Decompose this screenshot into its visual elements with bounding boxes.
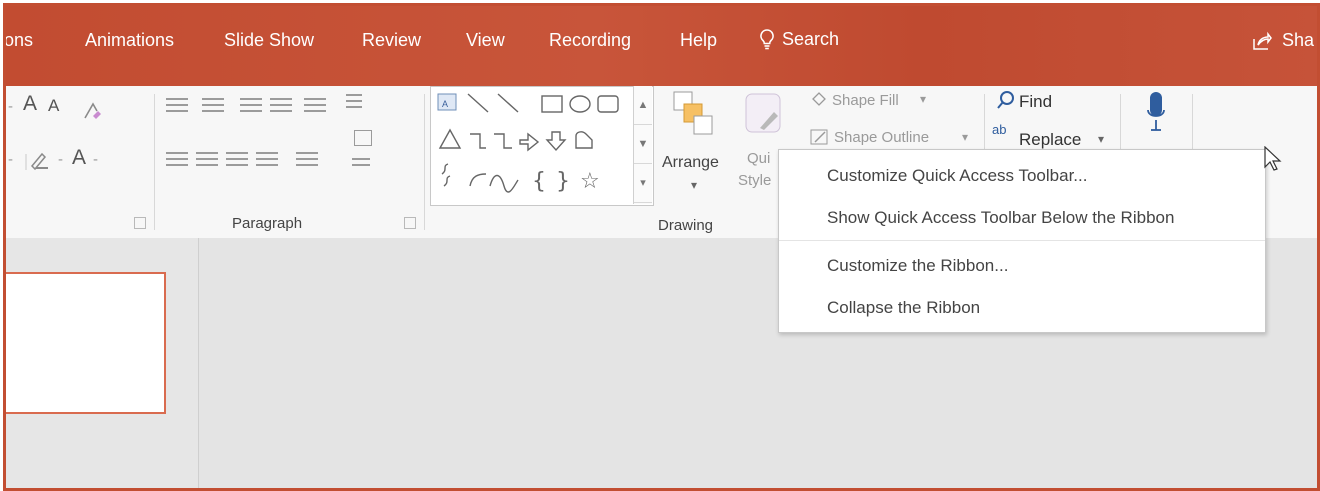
- tab-transitions[interactable]: ons: [6, 30, 33, 51]
- slide-thumbnail-pane: [6, 238, 199, 488]
- menu-item-show-quick-access-toolbar-below[interactable]: Show Quick Access Toolbar Below the Ribb…: [827, 208, 1174, 228]
- menu-item-collapse-the-ribbon[interactable]: Collapse the Ribbon: [827, 298, 980, 318]
- menu-separator: [779, 240, 1265, 241]
- share-icon: [1253, 31, 1272, 50]
- group-separator: [424, 94, 425, 230]
- group-separator: [154, 94, 155, 230]
- menu-item-customize-the-ribbon[interactable]: Customize the Ribbon...: [827, 256, 1008, 276]
- shape-outline-button[interactable]: Shape Outline: [834, 129, 929, 146]
- share-button[interactable]: Sha: [1252, 30, 1314, 51]
- replace-button[interactable]: Replace: [1019, 130, 1081, 150]
- pencil-icon: [810, 129, 828, 145]
- shapes-gallery-icons[interactable]: A { } ☆: [434, 88, 634, 200]
- grow-font-button[interactable]: A: [23, 92, 37, 116]
- shapes-gallery-scroll[interactable]: ▲ ▼ ▾: [633, 86, 652, 204]
- group-separator: [984, 94, 985, 154]
- decrease-indent-icon[interactable]: [240, 98, 262, 116]
- text-direction-icon[interactable]: [346, 94, 362, 112]
- quick-styles-label-2[interactable]: Style: [738, 172, 771, 189]
- highlight-dropdown-arrow[interactable]: -: [58, 151, 63, 168]
- tab-view[interactable]: View: [466, 30, 505, 51]
- tab-animations[interactable]: Animations: [85, 30, 174, 51]
- microphone-icon[interactable]: [1146, 92, 1166, 136]
- paragraph-dialog-launcher[interactable]: [404, 217, 416, 229]
- gallery-more-arrow[interactable]: ▾: [634, 164, 652, 203]
- arrange-icon[interactable]: [670, 90, 716, 140]
- shape-outline-dropdown-arrow[interactable]: ▾: [962, 130, 968, 144]
- svg-text:{: {: [532, 169, 546, 194]
- shape-fill-dropdown-arrow[interactable]: ▾: [920, 92, 926, 106]
- powerpoint-window: ons Animations Slide Show Review View Re…: [3, 3, 1320, 491]
- align-left-icon[interactable]: [166, 152, 188, 170]
- increase-indent-icon[interactable]: [270, 98, 292, 116]
- svg-text:A: A: [442, 99, 448, 109]
- shrink-font-button[interactable]: A: [48, 96, 59, 116]
- line-spacing-icon[interactable]: [304, 98, 326, 116]
- arrange-dropdown-arrow[interactable]: ▾: [691, 178, 697, 192]
- paint-bucket-icon: [812, 92, 826, 106]
- center-icon[interactable]: [196, 152, 218, 170]
- columns-icon[interactable]: [296, 152, 318, 170]
- clear-formatting-icon[interactable]: [81, 100, 103, 122]
- search-label: Search: [782, 28, 840, 49]
- font-dialog-launcher[interactable]: [134, 217, 146, 229]
- find-button[interactable]: Find: [1019, 92, 1052, 112]
- group-separator: [1120, 94, 1121, 154]
- tab-slide-show[interactable]: Slide Show: [224, 30, 314, 51]
- search-box[interactable]: Search: [758, 28, 839, 50]
- font-color-dropdown-arrow[interactable]: -: [93, 151, 98, 168]
- font-case-arrow[interactable]: -: [8, 151, 13, 168]
- quick-styles-label[interactable]: Qui: [747, 150, 770, 167]
- align-right-icon[interactable]: [226, 152, 248, 170]
- gallery-down-arrow[interactable]: ▼: [634, 125, 652, 164]
- find-icon: [997, 91, 1014, 109]
- highlight-icon[interactable]: [24, 150, 54, 172]
- svg-text:}: }: [556, 169, 570, 194]
- replace-dropdown-arrow[interactable]: ▾: [1098, 132, 1104, 146]
- tab-help[interactable]: Help: [680, 30, 717, 51]
- font-color-button[interactable]: A: [72, 146, 86, 170]
- svg-text:☆: ☆: [580, 169, 600, 194]
- paragraph-group-label: Paragraph: [232, 215, 303, 232]
- drawing-group-label: Drawing: [658, 217, 714, 234]
- arrange-button[interactable]: Arrange: [662, 154, 719, 172]
- mouse-pointer-icon: [1264, 146, 1282, 171]
- numbering-icon[interactable]: [202, 98, 224, 116]
- group-separator: [1192, 94, 1193, 154]
- slide-thumbnail[interactable]: [6, 272, 166, 414]
- tab-recording[interactable]: Recording: [549, 30, 631, 51]
- share-label: Sha: [1282, 30, 1315, 50]
- bullets-icon[interactable]: [166, 98, 188, 116]
- menu-item-customize-quick-access-toolbar[interactable]: Customize Quick Access Toolbar...: [827, 166, 1087, 186]
- shape-fill-button[interactable]: Shape Fill: [832, 92, 899, 109]
- lightbulb-icon: [760, 29, 774, 50]
- justify-icon[interactable]: [256, 152, 278, 170]
- replace-icon: ab: [992, 122, 1007, 137]
- ribbon-tab-bar: ons Animations Slide Show Review View Re…: [6, 6, 1317, 86]
- smartart-icon[interactable]: [352, 158, 370, 170]
- gallery-up-arrow[interactable]: ▲: [634, 86, 652, 125]
- ribbon-context-menu: Customize Quick Access Toolbar... Show Q…: [778, 149, 1266, 333]
- quick-styles-icon[interactable]: [742, 88, 786, 138]
- tab-review[interactable]: Review: [362, 30, 421, 51]
- font-size-dropdown-arrow[interactable]: -: [8, 98, 13, 115]
- align-text-icon[interactable]: [354, 130, 372, 146]
